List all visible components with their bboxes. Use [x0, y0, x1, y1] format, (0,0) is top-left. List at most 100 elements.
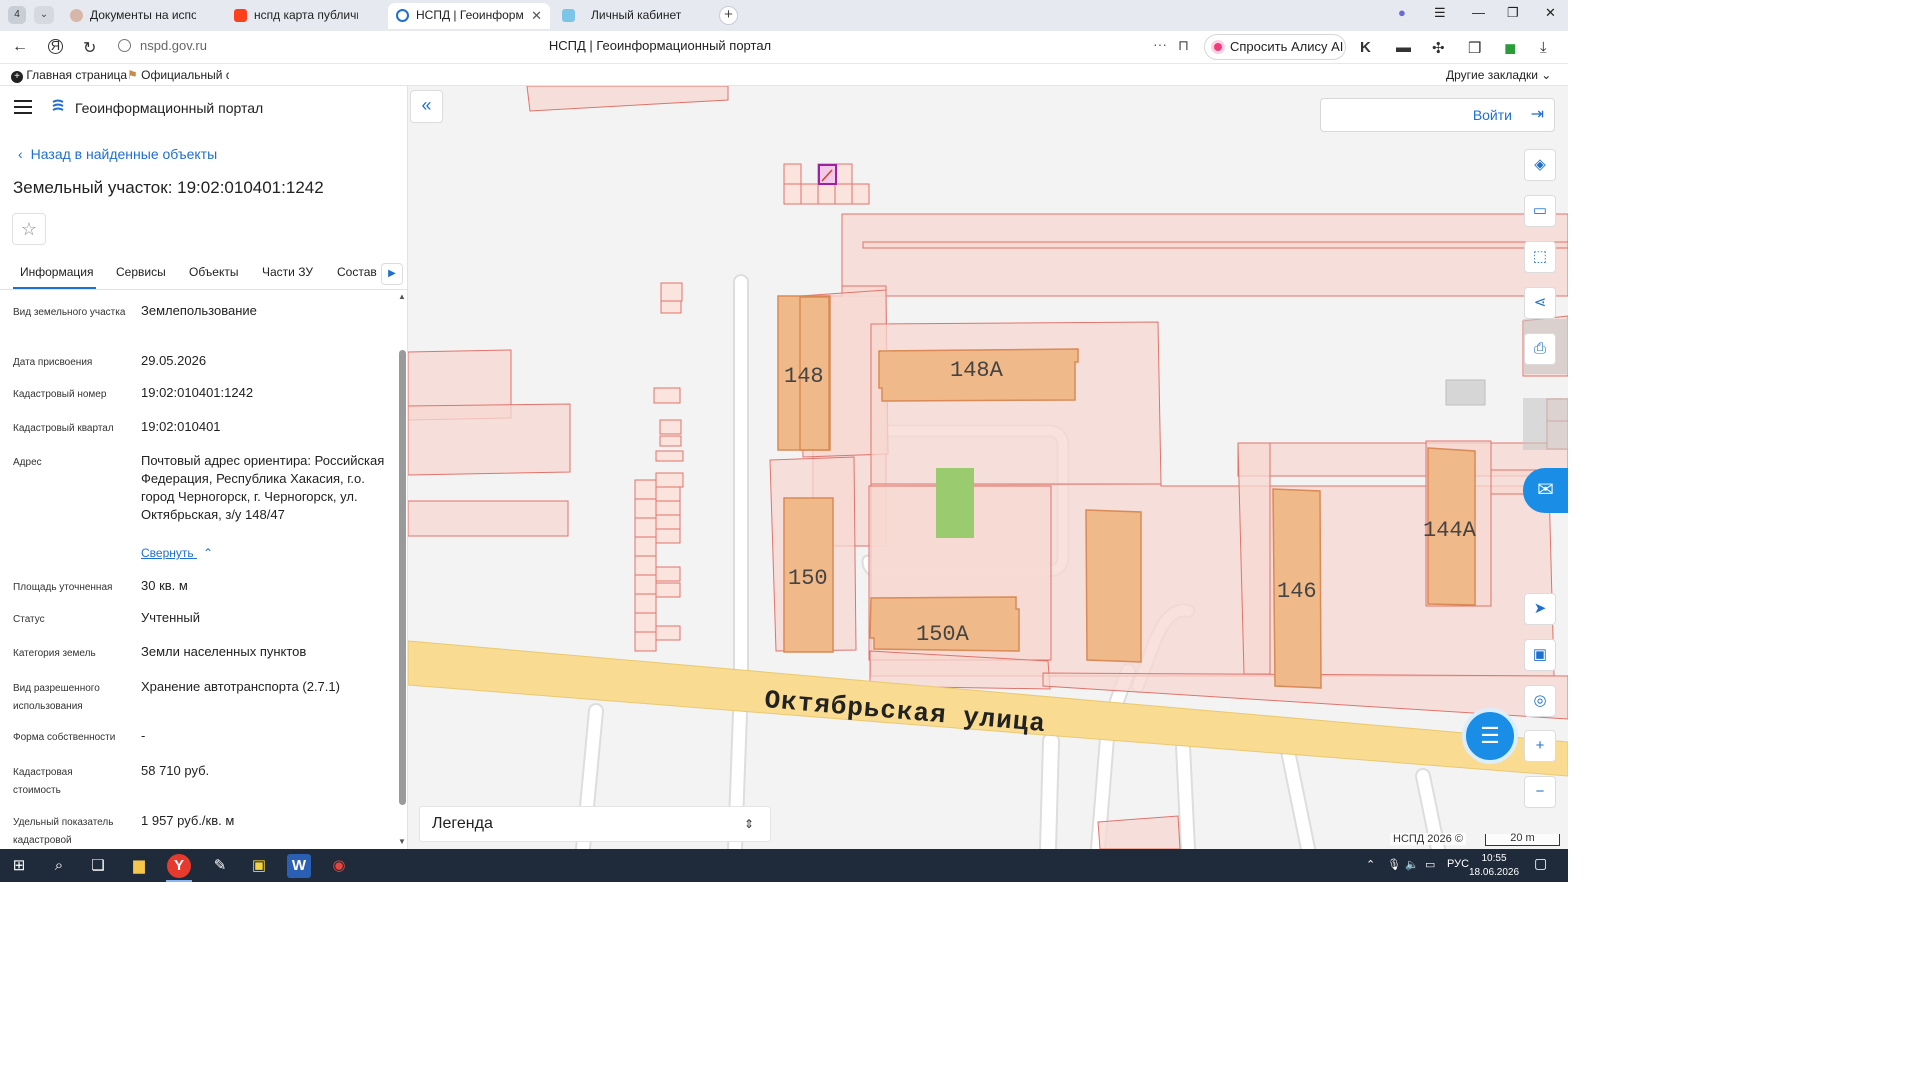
property-label: Форма собственности	[13, 732, 116, 743]
chrome-icon[interactable]: ◉	[327, 854, 351, 878]
alice-icon	[1211, 40, 1225, 54]
collections-icon[interactable]: ❒	[1468, 39, 1481, 57]
browser-tab-documents[interactable]: Документы на исполнение	[62, 3, 222, 29]
close-tab-icon[interactable]: ✕	[531, 3, 542, 28]
language-indicator[interactable]: РУС	[1447, 858, 1469, 870]
menu-hamburger-icon[interactable]	[14, 100, 32, 114]
restore-icon[interactable]: ❐	[1507, 5, 1519, 21]
back-arrow-icon[interactable]: ←	[12, 38, 28, 56]
portal-logo-icon	[52, 99, 64, 111]
ask-alice-button[interactable]: Спросить Алису AI	[1204, 34, 1346, 60]
tabs-next-arrow-icon[interactable]: ▶	[381, 263, 403, 285]
browser-tab-yandex[interactable]: нспд карта публичная кадастровая	[226, 3, 384, 29]
back-to-results-link[interactable]: ‹ Назад в найденные объекты	[18, 146, 217, 162]
yandex-favicon-icon	[234, 9, 247, 22]
grey-block	[1445, 379, 1486, 406]
extensions-puzzle-icon[interactable]: ✣	[1432, 39, 1445, 57]
layers-icon[interactable]: ◈	[1524, 149, 1556, 181]
extension-green-icon[interactable]: ◼	[1504, 39, 1516, 57]
clock[interactable]: 10:55 18.06.2026	[1469, 852, 1519, 880]
clock-time: 10:55	[1481, 853, 1507, 864]
scroll-down-arrow-icon[interactable]: ▼	[398, 837, 406, 846]
ruler-icon[interactable]: ▭	[1524, 195, 1556, 227]
map-canvas[interactable]: 148 148А 150 150А 146 144А Октябрьская у…	[408, 86, 1568, 849]
tab-services[interactable]: Сервисы	[116, 265, 166, 279]
address-bar[interactable]: nspd.gov.ru НСПД | Геоинформационный пор…	[110, 34, 1200, 60]
favorite-star-icon[interactable]: ☆	[12, 213, 46, 245]
bookmarks-bar: + Главная страница ⚑ Официальный сайт Др…	[0, 64, 1568, 86]
notifications-icon[interactable]: ▢	[1534, 855, 1547, 872]
legend-toggle[interactable]: Легенда ⇕	[419, 806, 771, 842]
bookmark-main-page[interactable]: + Главная страница	[11, 68, 127, 83]
yandex-browser-icon[interactable]: Y	[167, 854, 191, 878]
tab-parts[interactable]: Части ЗУ	[262, 265, 313, 279]
bookmark-official-site[interactable]: ⚑ Официальный сайт	[127, 68, 229, 82]
property-value: 19:02:010401	[141, 419, 221, 434]
map-copyright: НСПД 2026 ©	[1390, 833, 1466, 845]
tab-information[interactable]: Информация	[20, 265, 93, 279]
zoom-out-icon[interactable]: −	[1524, 776, 1556, 808]
browser-tab-cabinet[interactable]: Личный кабинет	[554, 3, 714, 29]
bookmark-icon[interactable]: ⊓	[1178, 37, 1189, 54]
more-dots-icon[interactable]: ···	[1153, 36, 1167, 52]
tray-chevron-icon[interactable]: ⌃	[1366, 858, 1375, 871]
tab-count-badge[interactable]: 4	[8, 6, 26, 24]
property-value: Хранение автотранспорта (2.7.1)	[141, 679, 340, 694]
sticky-notes-icon[interactable]: ▣	[247, 854, 271, 878]
search-icon[interactable]: ⌕	[47, 854, 71, 878]
other-bookmarks[interactable]: Другие закладки ⌄	[1446, 68, 1551, 82]
gosuslugi-favicon-icon	[562, 9, 575, 22]
scroll-up-arrow-icon[interactable]: ▲	[398, 292, 406, 301]
search-location-icon[interactable]: ◎	[1524, 685, 1556, 717]
tab-composition[interactable]: Состав	[337, 265, 377, 279]
area-select-icon[interactable]: ⬚	[1524, 241, 1556, 273]
extension-shield-icon[interactable]: ▬	[1396, 39, 1411, 56]
login-arrow-icon: ⇥	[1530, 106, 1544, 123]
windows-taskbar: ⊞ ⌕ ❏ ▆ Y ✎ ▣ W ◉ ⌃ 🎙 🔈 ▭ РУС 10:55 18.0…	[0, 849, 1568, 882]
browser-tab-nspd[interactable]: НСПД | Геоинформационный портал ✕	[388, 3, 550, 29]
building-label-150: 150	[788, 566, 828, 591]
tab-objects[interactable]: Объекты	[189, 265, 239, 279]
tab-list-chevron-icon[interactable]: ⌄	[34, 6, 54, 24]
property-value: 29.05.2026	[141, 353, 207, 368]
profile-icon[interactable]: ●	[1398, 5, 1406, 20]
task-view-icon[interactable]: ❏	[86, 854, 110, 878]
microphone-icon[interactable]: 🎙	[1387, 858, 1401, 871]
volume-icon[interactable]: 🔈	[1405, 858, 1419, 871]
assistant-chat-icon[interactable]: ☰	[1462, 708, 1518, 764]
cadastral-map[interactable]: 148 148А 150 150А 146 144А Октябрьская у…	[408, 86, 1568, 849]
print-icon[interactable]: ⎙	[1524, 333, 1556, 365]
minimize-icon[interactable]: —	[1472, 5, 1485, 20]
object-tabs: Информация Сервисы Объекты Части ЗУ Сост…	[0, 254, 407, 290]
collapse-address-link[interactable]: Свернуть ⌃	[141, 546, 213, 560]
object-sidebar: Геоинформационный портал ‹ Назад в найден…	[0, 86, 408, 849]
downloads-icon[interactable]: ⤓	[1540, 39, 1547, 56]
geolocation-icon[interactable]: ➤	[1524, 593, 1556, 625]
yandex-home-icon[interactable]: Я	[48, 39, 63, 54]
scrollbar-thumb[interactable]	[399, 350, 406, 805]
collapse-sidebar-button[interactable]: «	[410, 90, 443, 123]
app-icon[interactable]: ✎	[208, 854, 232, 878]
close-window-icon[interactable]: ✕	[1545, 5, 1556, 21]
zoom-in-icon[interactable]: +	[1524, 730, 1556, 762]
chevron-up-icon: ⌃	[202, 546, 214, 560]
word-icon[interactable]: W	[287, 854, 311, 878]
address-toolbar: ← Я ↻ nspd.gov.ru НСПД | Геоинформационн…	[0, 31, 1568, 64]
share-icon[interactable]: ⋖	[1524, 287, 1556, 319]
minimap-icon[interactable]: ▣	[1524, 639, 1556, 671]
nspd-favicon-icon	[396, 9, 409, 22]
new-tab-icon[interactable]: +	[719, 6, 738, 25]
green-area	[936, 468, 974, 538]
kaspersky-extension-icon[interactable]: K	[1360, 39, 1371, 56]
property-value: Учтенный	[141, 610, 201, 625]
file-explorer-icon[interactable]: ▆	[127, 854, 151, 878]
feedback-chat-icon[interactable]: ✉	[1523, 468, 1568, 513]
expand-chevrons-icon: ⇕	[743, 817, 754, 831]
active-app-indicator	[166, 880, 192, 882]
property-value: Землепользование	[141, 303, 257, 318]
login-button[interactable]: Войти ⇥	[1320, 98, 1555, 132]
reload-icon[interactable]: ↻	[83, 38, 96, 58]
network-icon[interactable]: ▭	[1425, 858, 1435, 871]
windows-start-icon[interactable]: ⊞	[7, 854, 31, 878]
browser-menu-icon[interactable]: ☰	[1434, 5, 1446, 21]
